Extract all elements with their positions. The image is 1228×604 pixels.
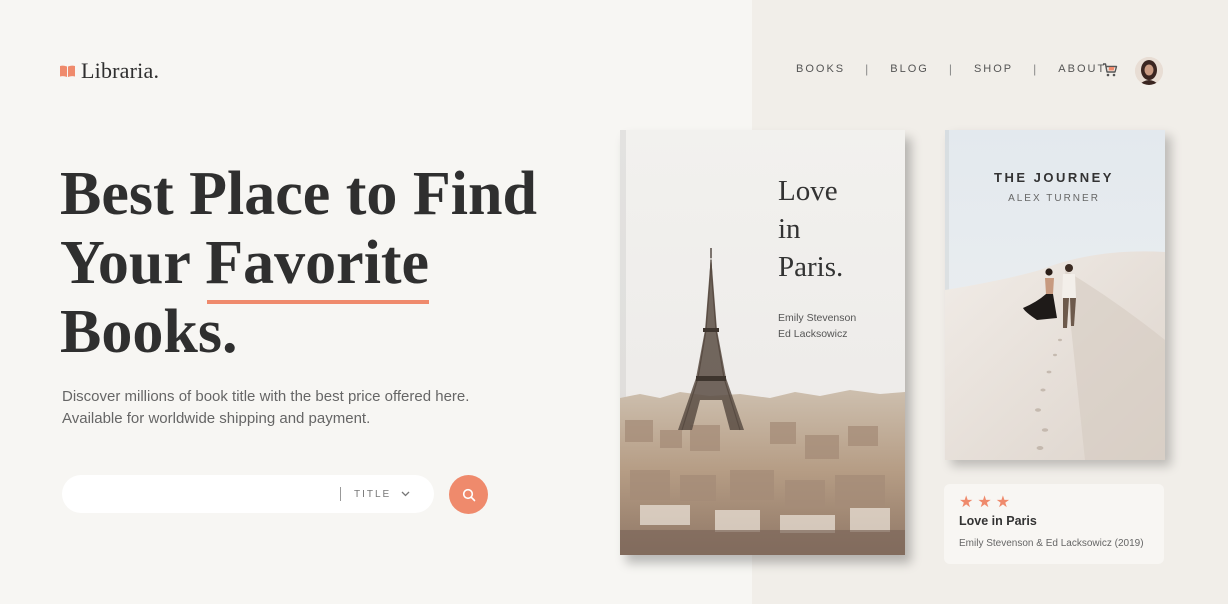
search-button[interactable] — [449, 475, 488, 514]
main-nav: BOOKS | BLOG | SHOP | ABOUT — [796, 62, 1106, 76]
hero-title-line-2a: Your — [60, 229, 206, 297]
featured-book-meta: Emily Stevenson & Ed Lacksowicz (2019) — [959, 538, 1144, 549]
hero-subtitle: Discover millions of book title with the… — [62, 386, 522, 430]
book-author: Emily Stevenson — [778, 312, 857, 324]
book-title-the-journey: THE JOURNEY — [994, 170, 1114, 185]
search-filter-dropdown[interactable]: TITLE — [354, 489, 410, 500]
brand-logo[interactable]: Libraria. — [60, 58, 159, 84]
nav-item-about[interactable]: ABOUT — [1058, 63, 1106, 75]
user-avatar[interactable] — [1135, 57, 1163, 85]
hero-subtitle-line-1: Discover millions of book title with the… — [62, 388, 470, 405]
search-icon — [462, 488, 475, 501]
open-book-icon — [60, 65, 75, 77]
featured-book-title: Love in Paris — [959, 514, 1037, 528]
nav-separator: | — [948, 62, 954, 76]
book-title-line: in — [778, 213, 801, 245]
hero-title-line-3: Books. — [60, 298, 238, 366]
hero-title-highlight: Favorite — [205, 229, 430, 304]
hero-title: Best Place to Find Your Favorite Books. — [60, 160, 600, 367]
avatar-portrait-icon — [1135, 57, 1163, 85]
eiffel-tower-cover-art — [620, 130, 905, 555]
cart-icon[interactable] — [1102, 62, 1118, 78]
book-title-line: Love — [778, 175, 838, 207]
hero-title-line-1: Best Place to Find — [60, 160, 537, 228]
book-author-the-journey: ALEX TURNER — [1008, 193, 1100, 204]
search-divider — [340, 487, 341, 501]
chevron-down-icon — [401, 491, 410, 497]
nav-item-books[interactable]: BOOKS — [796, 63, 845, 75]
search-input[interactable] — [62, 475, 332, 513]
book-cover-the-journey[interactable]: THE JOURNEY ALEX TURNER — [945, 130, 1165, 460]
nav-separator: | — [1033, 62, 1039, 76]
featured-book-card[interactable]: ★★★ Love in Paris Emily Stevenson & Ed L… — [944, 484, 1164, 564]
hero-subtitle-line-2: Available for worldwide shipping and pay… — [62, 410, 371, 427]
nav-item-blog[interactable]: BLOG — [890, 63, 929, 75]
book-title-love-in-paris: Love in Paris. — [778, 172, 843, 286]
star-rating: ★★★ — [959, 494, 1015, 511]
search-filter-label: TITLE — [354, 488, 392, 500]
brand-name: Libraria. — [81, 58, 160, 83]
book-authors: Emily Stevenson Ed Lacksowicz — [778, 310, 856, 342]
nav-item-shop[interactable]: SHOP — [974, 63, 1013, 75]
book-title-line: Paris. — [778, 251, 844, 283]
book-cover-love-in-paris[interactable]: Love in Paris. Emily Stevenson Ed Lackso… — [620, 130, 905, 555]
search-bar: TITLE — [62, 475, 434, 513]
nav-separator: | — [865, 62, 871, 76]
book-author: Ed Lacksowicz — [778, 328, 848, 340]
